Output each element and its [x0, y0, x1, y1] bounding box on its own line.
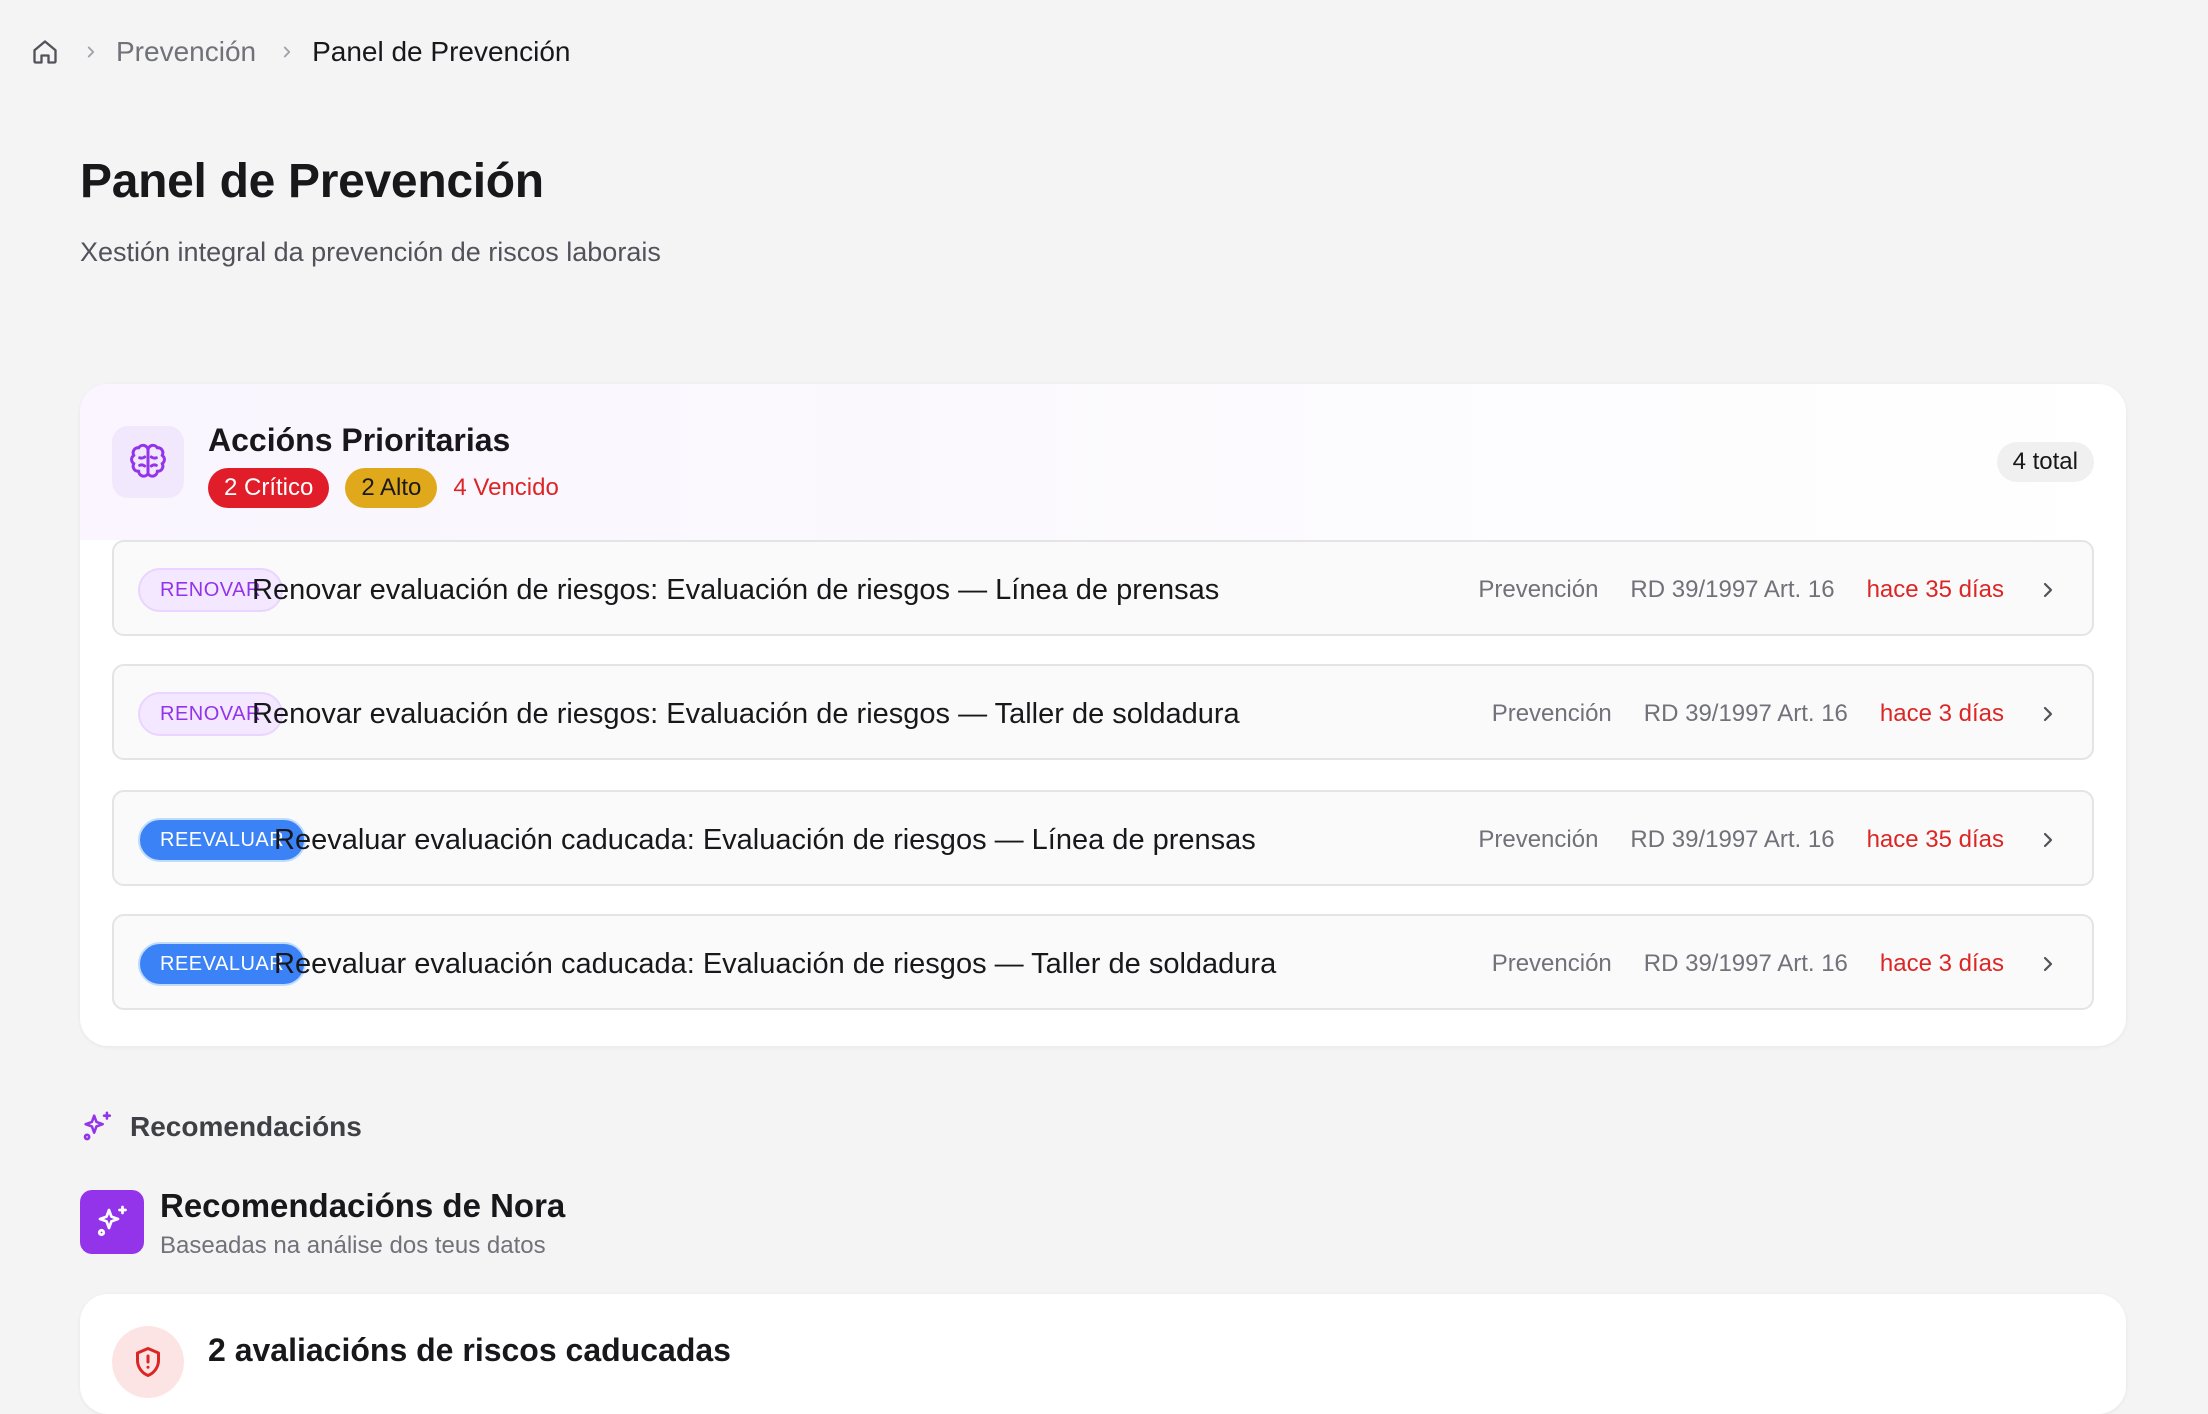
- action-title: Reevaluar evaluación caducada: Evaluació…: [274, 824, 1256, 856]
- nora-sparkles-icon: [80, 1190, 144, 1254]
- action-law: RD 39/1997 Art. 16: [1643, 700, 1848, 727]
- action-row[interactable]: RENOVAR Renovar evaluación de riesgos: E…: [112, 664, 2094, 760]
- action-title: Renovar evaluación de riesgos: Evaluació…: [252, 698, 1240, 730]
- action-overdue: hace 3 días: [1879, 950, 2004, 977]
- action-overdue: hace 3 días: [1879, 700, 2004, 727]
- critical-badge: 2 Crítico: [208, 468, 330, 508]
- chevron-right-icon[interactable]: [2036, 702, 2060, 726]
- chevron-right-icon: [278, 43, 296, 61]
- brain-icon: [112, 426, 184, 498]
- action-title: Reevaluar evaluación caducada: Evaluació…: [274, 948, 1277, 980]
- action-category: Prevención: [1491, 950, 1612, 977]
- recommendations-section-header: Recomendacións: [80, 1110, 362, 1144]
- action-overdue: hace 35 días: [1866, 826, 2004, 853]
- action-row[interactable]: REEVALUAR Reevaluar evaluación caducada:…: [112, 790, 2094, 886]
- action-meta: Prevención RD 39/1997 Art. 16 hace 35 dí…: [1478, 570, 2004, 610]
- action-overdue: hace 35 días: [1866, 576, 2004, 603]
- action-category: Prevención: [1491, 700, 1612, 727]
- priority-badges: 2 Crítico 2 Alto 4 Vencido: [208, 468, 559, 508]
- action-title: Renovar evaluación de riesgos: Evaluació…: [252, 574, 1220, 606]
- total-badge: 4 total: [1996, 442, 2094, 482]
- chevron-right-icon[interactable]: [2036, 578, 2060, 602]
- chevron-right-icon[interactable]: [2036, 828, 2060, 852]
- home-icon[interactable]: [30, 37, 60, 67]
- action-meta: Prevención RD 39/1997 Art. 16 hace 35 dí…: [1478, 820, 2004, 860]
- action-law: RD 39/1997 Art. 16: [1630, 576, 1835, 603]
- nora-title: Recomendacións de Nora: [160, 1187, 566, 1224]
- nora-subtitle: Baseadas na análise dos teus datos: [160, 1232, 546, 1259]
- breadcrumb-current: Panel de Prevención: [312, 36, 571, 67]
- overdue-count: 4 Vencido: [453, 474, 559, 501]
- recommendation-title: 2 avaliacións de riscos caducadas: [208, 1332, 731, 1368]
- page-subtitle: Xestión integral da prevención de riscos…: [80, 237, 661, 267]
- recommendations-label: Recomendacións: [130, 1111, 362, 1142]
- action-category: Prevención: [1478, 826, 1599, 853]
- action-meta: Prevención RD 39/1997 Art. 16 hace 3 día…: [1492, 694, 2004, 734]
- action-category: Prevención: [1478, 576, 1599, 603]
- chevron-right-icon[interactable]: [2036, 952, 2060, 976]
- high-badge: 2 Alto: [345, 468, 438, 508]
- page-title: Panel de Prevención: [80, 155, 544, 208]
- action-row[interactable]: RENOVAR Renovar evaluación de riesgos: E…: [112, 540, 2094, 636]
- recommendation-card[interactable]: 2 avaliacións de riscos caducadas: [80, 1294, 2126, 1414]
- action-meta: Prevención RD 39/1997 Art. 16 hace 3 día…: [1492, 944, 2004, 984]
- priority-actions-header: Accións Prioritarias 2 Crítico 2 Alto 4 …: [80, 384, 2126, 540]
- shield-alert-icon: [112, 1326, 184, 1398]
- action-law: RD 39/1997 Art. 16: [1630, 826, 1835, 853]
- breadcrumb: Prevención Panel de Prevención: [30, 30, 571, 74]
- action-row[interactable]: REEVALUAR Reevaluar evaluación caducada:…: [112, 914, 2094, 1010]
- priority-actions-title: Accións Prioritarias: [208, 422, 511, 458]
- breadcrumb-link-prevencion[interactable]: Prevención: [116, 36, 256, 68]
- sparkles-icon: [83, 1111, 112, 1141]
- chevron-right-icon: [82, 43, 100, 61]
- action-law: RD 39/1997 Art. 16: [1643, 950, 1848, 977]
- priority-actions-card: Accións Prioritarias 2 Crítico 2 Alto 4 …: [80, 384, 2126, 1046]
